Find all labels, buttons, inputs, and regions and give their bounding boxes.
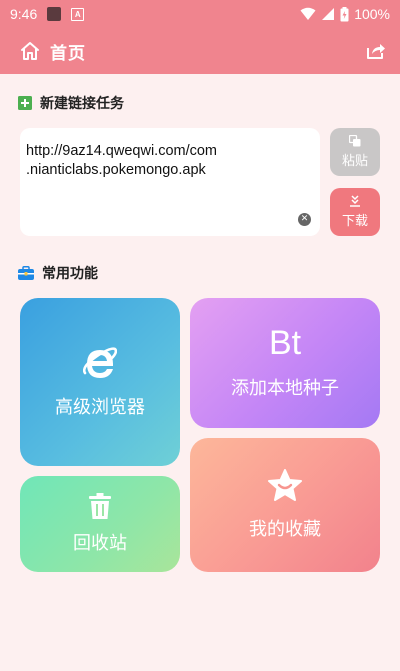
new-task-section-title: 新建链接任务 xyxy=(18,93,124,113)
signal-icon xyxy=(322,8,335,20)
page-title: 首页 xyxy=(50,43,86,64)
browser-e-icon xyxy=(83,347,117,378)
home-icon[interactable] xyxy=(20,41,40,61)
new-task-label: 新建链接任务 xyxy=(40,96,124,112)
url-input-value: http://9az14.qweqwi.com/com .nianticlabs… xyxy=(26,143,218,178)
bt-icon: Bt xyxy=(268,324,302,362)
status-bar: 9:46 A 100% xyxy=(0,0,400,28)
url-input[interactable]: http://9az14.qweqwi.com/com .nianticlabs… xyxy=(20,128,320,236)
browser-label: 高级浏览器 xyxy=(55,397,145,418)
status-right: 100% xyxy=(300,6,390,22)
download-icon xyxy=(350,195,360,207)
clear-icon[interactable]: ✕ xyxy=(298,213,311,226)
recycle-bin-card[interactable]: 回收站 xyxy=(20,476,180,572)
paste-button[interactable]: 粘贴 xyxy=(330,128,380,176)
recycle-bin-label: 回收站 xyxy=(73,533,127,554)
toolbox-icon xyxy=(18,266,34,280)
add-seed-card[interactable]: Bt 添加本地种子 xyxy=(190,298,380,428)
share-icon[interactable] xyxy=(366,42,386,60)
browser-card[interactable]: 高级浏览器 xyxy=(20,298,180,466)
notification-app-icon xyxy=(47,7,62,21)
battery-icon xyxy=(340,6,349,21)
common-section-title: 常用功能 xyxy=(18,263,98,283)
add-seed-label: 添加本地种子 xyxy=(231,378,339,399)
star-icon xyxy=(268,469,302,501)
plus-square-icon xyxy=(18,96,32,110)
common-label: 常用功能 xyxy=(42,266,98,282)
battery-percent: 100% xyxy=(354,6,390,22)
paste-icon xyxy=(349,135,361,147)
paste-label: 粘贴 xyxy=(341,154,368,169)
favorites-label: 我的收藏 xyxy=(249,519,321,540)
favorites-card[interactable]: 我的收藏 xyxy=(190,438,380,572)
notification-a-icon: A xyxy=(71,7,85,21)
trash-icon xyxy=(89,493,111,519)
app-bar: 首页 xyxy=(0,28,400,74)
download-button[interactable]: 下载 xyxy=(330,188,380,236)
status-time: 9:46 xyxy=(10,6,38,22)
wifi-icon xyxy=(300,7,316,20)
download-label: 下载 xyxy=(341,214,368,229)
